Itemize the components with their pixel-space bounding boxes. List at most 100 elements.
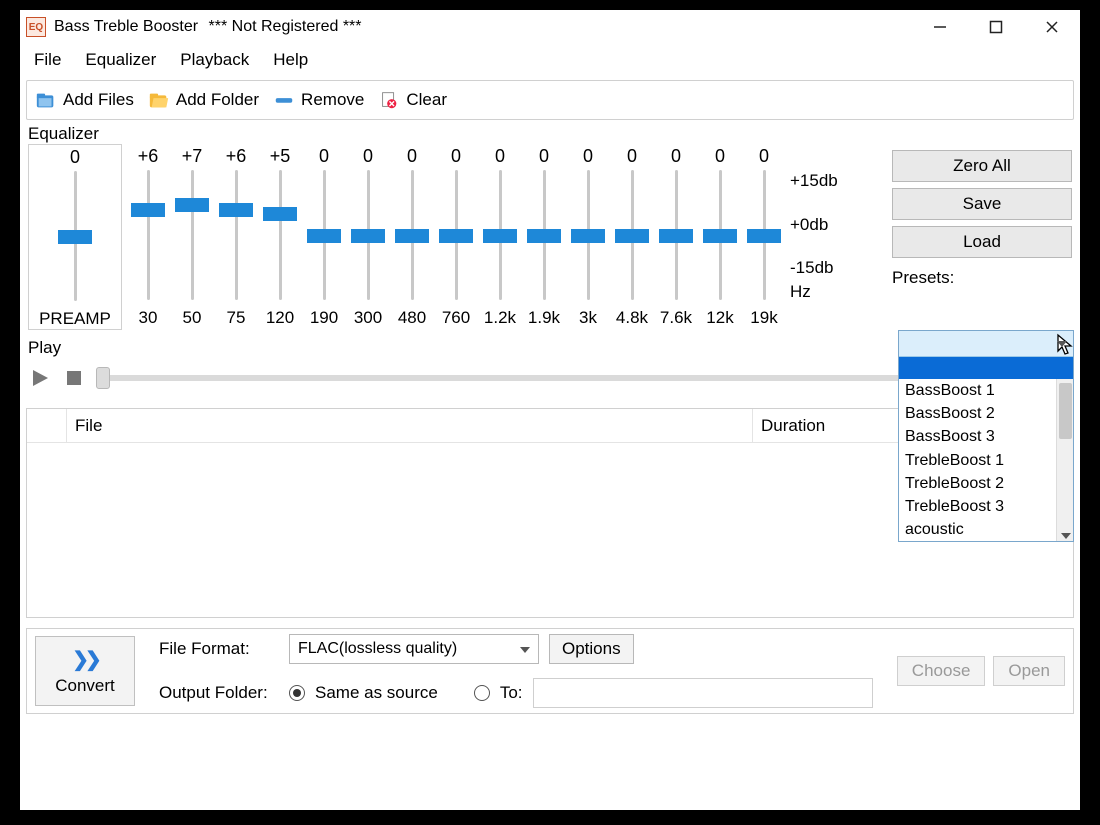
clear-button[interactable]: Clear xyxy=(378,90,447,110)
eq-band-4.8k: 0 4.8k xyxy=(610,144,654,330)
load-button[interactable]: Load xyxy=(892,226,1072,258)
eq-slider-thumb[interactable] xyxy=(307,229,341,243)
equalizer-controls: Zero All Save Load Presets: xyxy=(892,144,1072,330)
db-scale-mid: +0db xyxy=(790,216,838,233)
eq-band-75: +6 75 xyxy=(214,144,258,330)
seek-thumb[interactable] xyxy=(96,367,110,389)
eq-band-480: 0 480 xyxy=(390,144,434,330)
stop-icon[interactable] xyxy=(62,366,86,390)
eq-slider-thumb[interactable] xyxy=(131,203,165,217)
play-icon[interactable] xyxy=(28,366,52,390)
eq-band-value: +6 xyxy=(138,144,159,170)
eq-slider-thumb[interactable] xyxy=(439,229,473,243)
registration-status: *** Not Registered *** xyxy=(209,18,362,35)
add-files-label: Add Files xyxy=(63,90,134,110)
scroll-down-icon[interactable] xyxy=(1061,533,1071,539)
eq-band-value: 0 xyxy=(759,144,769,170)
minimize-button[interactable] xyxy=(912,10,968,44)
eq-slider-thumb[interactable] xyxy=(615,229,649,243)
eq-band-label: 190 xyxy=(310,302,338,328)
file-list-col-spacer[interactable] xyxy=(27,409,67,442)
eq-band-value: 0 xyxy=(319,144,329,170)
eq-band-50: +7 50 xyxy=(170,144,214,330)
file-format-select[interactable]: FLAC(lossless quality) xyxy=(289,634,539,664)
eq-band-value: 0 xyxy=(495,144,505,170)
eq-slider-thumb[interactable] xyxy=(659,229,693,243)
save-button[interactable]: Save xyxy=(892,188,1072,220)
eq-slider-thumb[interactable] xyxy=(527,229,561,243)
preset-highlight[interactable] xyxy=(899,357,1073,379)
remove-button[interactable]: Remove xyxy=(273,90,364,110)
presets-selected[interactable] xyxy=(899,331,1073,357)
eq-slider-thumb[interactable] xyxy=(175,198,209,212)
eq-band-value: 0 xyxy=(627,144,637,170)
eq-slider-thumb[interactable] xyxy=(703,229,737,243)
radio-to[interactable] xyxy=(474,685,490,701)
eq-band-value: 0 xyxy=(583,144,593,170)
preset-option[interactable]: TrebleBoost 3 xyxy=(899,495,1073,518)
eq-slider-thumb[interactable] xyxy=(483,229,517,243)
convert-button[interactable]: ❯❯ Convert xyxy=(35,636,135,706)
clear-icon xyxy=(378,90,400,110)
preamp-value: 0 xyxy=(70,145,80,171)
add-files-button[interactable]: Add Files xyxy=(35,90,134,110)
choose-button[interactable]: Choose xyxy=(897,656,986,686)
eq-band-label: 120 xyxy=(266,302,294,328)
app-name: Bass Treble Booster xyxy=(54,18,198,35)
db-scale-top: +15db xyxy=(790,172,838,189)
eq-band-label: 4.8k xyxy=(616,302,648,328)
app-window: EQ Bass Treble Booster *** Not Registere… xyxy=(20,10,1080,810)
radio-same-as-source[interactable] xyxy=(289,685,305,701)
maximize-icon xyxy=(989,20,1003,34)
menu-playback[interactable]: Playback xyxy=(180,50,249,70)
title-bar: EQ Bass Treble Booster *** Not Registere… xyxy=(20,10,1080,44)
eq-slider-thumb[interactable] xyxy=(351,229,385,243)
presets-dropdown[interactable]: BassBoost 1 BassBoost 2 BassBoost 3 Treb… xyxy=(898,330,1074,542)
eq-band-label: 7.6k xyxy=(660,302,692,328)
eq-band-label: 300 xyxy=(354,302,382,328)
eq-slider-thumb[interactable] xyxy=(571,229,605,243)
add-files-icon xyxy=(35,90,57,110)
eq-band-value: +7 xyxy=(182,144,203,170)
open-button[interactable]: Open xyxy=(993,656,1065,686)
window-controls xyxy=(912,10,1080,44)
app-icon: EQ xyxy=(26,17,46,37)
menu-file[interactable]: File xyxy=(34,50,61,70)
eq-band-label: 760 xyxy=(442,302,470,328)
preset-option[interactable]: TrebleBoost 1 xyxy=(899,449,1073,472)
eq-band-3k: 0 3k xyxy=(566,144,610,330)
file-format-value: FLAC(lossless quality) xyxy=(298,640,457,658)
preset-option[interactable]: BassBoost 3 xyxy=(899,425,1073,448)
equalizer-panel: 0 PREAMP +6 30 +7 50 +6 75 xyxy=(20,144,1080,330)
output-folder-label: Output Folder: xyxy=(159,683,279,703)
eq-band-label: 50 xyxy=(183,302,202,328)
close-button[interactable] xyxy=(1024,10,1080,44)
preamp-slider-thumb[interactable] xyxy=(58,230,92,244)
eq-slider-thumb[interactable] xyxy=(747,229,781,243)
to-label: To: xyxy=(500,683,523,703)
scrollbar-thumb[interactable] xyxy=(1059,383,1072,439)
eq-slider-thumb[interactable] xyxy=(219,203,253,217)
output-path-input[interactable] xyxy=(533,678,873,708)
menu-bar: File Equalizer Playback Help xyxy=(20,44,1080,80)
maximize-button[interactable] xyxy=(968,10,1024,44)
db-scale-bot: -15db xyxy=(790,259,838,276)
preset-option[interactable]: acoustic xyxy=(899,518,1073,541)
eq-band-label: 480 xyxy=(398,302,426,328)
menu-equalizer[interactable]: Equalizer xyxy=(85,50,156,70)
preset-option[interactable]: TrebleBoost 2 xyxy=(899,472,1073,495)
presets-scrollbar[interactable] xyxy=(1056,379,1073,541)
preset-option[interactable]: BassBoost 1 xyxy=(899,379,1073,402)
zero-all-button[interactable]: Zero All xyxy=(892,150,1072,182)
preamp-band: 0 PREAMP xyxy=(28,144,122,330)
menu-help[interactable]: Help xyxy=(273,50,308,70)
options-button[interactable]: Options xyxy=(549,634,634,664)
preset-option[interactable]: BassBoost 2 xyxy=(899,402,1073,425)
file-list-col-file[interactable]: File xyxy=(67,409,753,442)
equalizer-section-label: Equalizer xyxy=(20,120,1080,144)
add-folder-button[interactable]: Add Folder xyxy=(148,90,259,110)
eq-slider-thumb[interactable] xyxy=(263,207,297,221)
eq-band-label: 75 xyxy=(227,302,246,328)
eq-band-label: 3k xyxy=(579,302,597,328)
eq-slider-thumb[interactable] xyxy=(395,229,429,243)
